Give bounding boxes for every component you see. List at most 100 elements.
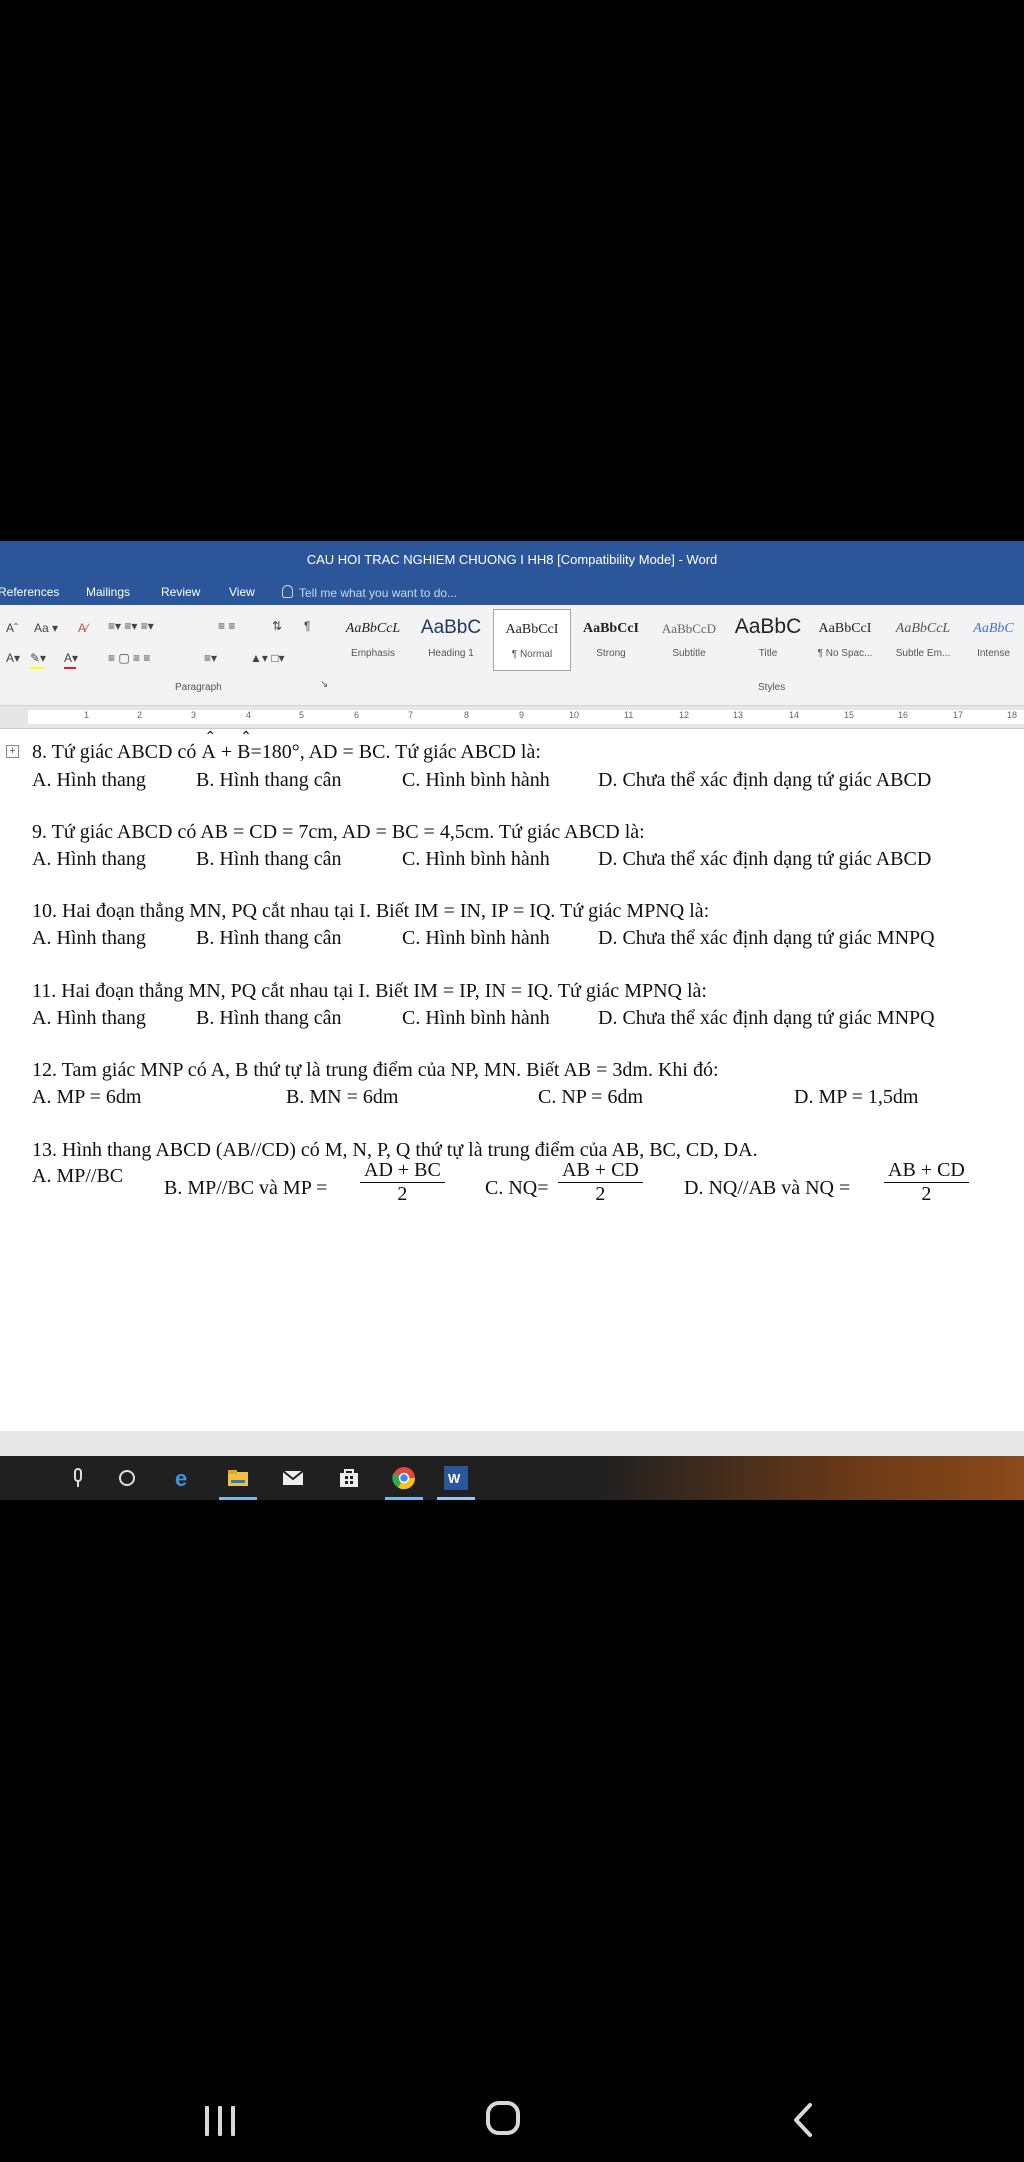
font-color-icon[interactable]: A▾ bbox=[64, 651, 78, 665]
fraction-numerator: AB + CD bbox=[558, 1159, 643, 1183]
style-intense[interactable]: AaBbC Intense bbox=[963, 609, 1024, 669]
style-sample: AaBbCcL bbox=[345, 621, 401, 636]
chrome-icon[interactable] bbox=[392, 1466, 416, 1490]
style-emphasis[interactable]: AaBbCcL Emphasis bbox=[335, 609, 411, 669]
shading-icon[interactable]: ▲▾ □▾ bbox=[250, 651, 285, 665]
word-window: CAU HOI TRAC NGHIEM CHUONG I HH8 [Compat… bbox=[0, 541, 1024, 1456]
style-subtitle[interactable]: AaBbCcD Subtitle bbox=[651, 609, 727, 669]
ruler-number: 11 bbox=[624, 710, 634, 720]
tell-me-box[interactable]: Tell me what you want to do... bbox=[282, 585, 457, 600]
ruler-number: 15 bbox=[844, 710, 855, 720]
pilcrow-icon[interactable]: ¶ bbox=[304, 619, 310, 633]
home-icon[interactable] bbox=[486, 2101, 520, 2135]
line-spacing-icon[interactable]: ≡▾ bbox=[204, 651, 217, 665]
paragraph-tools: Aˆ Aa ▾ A∕ ≡▾ ≡▾ ≡▾ ≡ ≡ ⇅ ¶ A▾ ✎▾ A▾ ≡ ▢… bbox=[0, 615, 330, 671]
svg-text:e: e bbox=[175, 1466, 187, 1490]
style-strong[interactable]: AaBbCcI Strong bbox=[573, 609, 649, 669]
status-area bbox=[0, 1431, 1024, 1456]
sort-icon[interactable]: ⇅ bbox=[272, 619, 282, 633]
highlight-icon[interactable]: ✎▾ bbox=[30, 651, 46, 665]
task-view-icon[interactable] bbox=[115, 1466, 139, 1490]
dialog-launcher-icon[interactable]: ↘ bbox=[320, 679, 328, 690]
word-icon[interactable]: W bbox=[444, 1466, 468, 1490]
bullets-icon[interactable]: ≡▾ ≡▾ ≡▾ bbox=[108, 619, 154, 633]
q9-option-a: A. Hình thang bbox=[32, 848, 146, 870]
tab-view[interactable]: View bbox=[229, 585, 255, 599]
store-icon[interactable] bbox=[337, 1466, 361, 1490]
q12-option-c: C. NP = 6dm bbox=[538, 1086, 643, 1108]
ruler-number: 7 bbox=[408, 710, 414, 720]
q11-option-d: D. Chưa thể xác định dạng tứ giác MNPQ bbox=[598, 1007, 935, 1029]
fraction-numerator: AB + CD bbox=[884, 1159, 969, 1183]
paragraph-group-label: Paragraph bbox=[175, 682, 222, 693]
horizontal-ruler[interactable]: 1 2 3 4 5 6 7 8 9 10 11 12 13 14 15 16 1… bbox=[0, 706, 1024, 729]
angle-a: ⌃ A bbox=[201, 730, 217, 763]
ruler-number: 4 bbox=[246, 710, 252, 720]
q12-option-a: A. MP = 6dm bbox=[32, 1086, 142, 1108]
ruler-number: 16 bbox=[898, 710, 909, 720]
tab-mailings[interactable]: Mailings bbox=[86, 585, 130, 599]
ruler-number: 1 bbox=[84, 710, 90, 720]
tab-review[interactable]: Review bbox=[161, 585, 200, 599]
style-sample: AaBbCcI bbox=[818, 621, 872, 636]
ruler-number: 14 bbox=[789, 710, 800, 720]
q9-option-c: C. Hình bình hành bbox=[402, 848, 550, 870]
ruler-number: 17 bbox=[953, 710, 964, 720]
q8-text-end: =180°, AD = BC. Tứ giác ABCD là: bbox=[250, 741, 541, 763]
q11-option-c: C. Hình bình hành bbox=[402, 1007, 550, 1029]
ruler-number: 10 bbox=[569, 710, 580, 720]
q11-option-b: B. Hình thang cân bbox=[196, 1007, 342, 1029]
clear-format-icon[interactable]: A∕ bbox=[78, 621, 88, 635]
back-icon[interactable] bbox=[786, 2102, 822, 2138]
style-name: Heading 1 bbox=[428, 648, 474, 659]
q13-option-a: A. MP//BC bbox=[32, 1165, 124, 1187]
ruler-number: 9 bbox=[519, 710, 525, 720]
style-name: Subtitle bbox=[672, 648, 706, 659]
q8-option-d: D. Chưa thể xác định dạng tứ giác ABCD bbox=[598, 769, 932, 791]
q13-option-c: C. NQ= bbox=[485, 1177, 549, 1199]
style-sample: AaBbCcL bbox=[895, 621, 951, 636]
align-icons[interactable]: ≡ ▢ ≡ ≡ bbox=[108, 651, 150, 665]
style-no-spacing[interactable]: AaBbCcI ¶ No Spac... bbox=[807, 609, 883, 669]
ruler-area bbox=[28, 710, 1024, 724]
styles-group-label: Styles bbox=[758, 682, 786, 693]
change-case-icon[interactable]: Aa ▾ bbox=[34, 621, 58, 635]
indent-icon[interactable]: ≡ ≡ bbox=[218, 619, 235, 633]
style-name: ¶ No Spac... bbox=[817, 648, 873, 659]
taskbar: e W bbox=[0, 1456, 1024, 1500]
svg-text:W: W bbox=[448, 1471, 461, 1486]
q8-option-a: A. Hình thang bbox=[32, 769, 146, 791]
q12-option-b: B. MN = 6dm bbox=[286, 1086, 399, 1108]
file-explorer-icon[interactable] bbox=[226, 1466, 250, 1490]
question-12: 12. Tam giác MNP có A, B thứ tự là trung… bbox=[32, 1059, 719, 1081]
style-heading-1[interactable]: AaBbC Heading 1 bbox=[413, 609, 489, 669]
ribbon-tabs: References Mailings Review View Tell me … bbox=[0, 579, 1024, 605]
style-title[interactable]: AaBbC Title bbox=[730, 609, 806, 669]
q12-option-d: D. MP = 1,5dm bbox=[794, 1086, 919, 1108]
fraction-denominator: 2 bbox=[595, 1183, 606, 1205]
ruler-number: 13 bbox=[733, 710, 744, 720]
q13-option-d: D. NQ//AB và NQ = bbox=[684, 1177, 851, 1199]
fraction-denominator: 2 bbox=[397, 1183, 408, 1205]
lightbulb-icon bbox=[282, 585, 293, 598]
fraction-denominator: 2 bbox=[921, 1183, 932, 1205]
active-app-indicator bbox=[219, 1497, 257, 1500]
ruler-number: 18 bbox=[1007, 710, 1018, 720]
edge-icon[interactable]: e bbox=[172, 1466, 196, 1490]
style-normal[interactable]: AaBbCcI ¶ Normal bbox=[493, 609, 571, 671]
q13-d-fraction: AB + CD 2 bbox=[884, 1159, 969, 1206]
ruler-number: 6 bbox=[354, 710, 360, 720]
tab-references[interactable]: References bbox=[0, 585, 59, 599]
recent-apps-icon[interactable] bbox=[203, 2102, 239, 2138]
document-page[interactable]: + 8. Tứ giác ABCD có ⌃ A + ⌃ B=180°, AD = … bbox=[0, 730, 1024, 1431]
style-subtle-emphasis[interactable]: AaBbCcL Subtle Em... bbox=[885, 609, 961, 669]
q13-b-fraction: AD + BC 2 bbox=[360, 1159, 445, 1206]
expand-icon[interactable]: + bbox=[6, 745, 19, 758]
grow-font-icon[interactable]: Aˆ bbox=[6, 621, 18, 635]
style-name: Intense bbox=[977, 648, 1010, 659]
q8-option-c: C. Hình bình hành bbox=[402, 769, 550, 791]
style-name: Strong bbox=[596, 648, 626, 659]
microphone-icon[interactable] bbox=[66, 1466, 90, 1490]
mail-icon[interactable] bbox=[281, 1466, 305, 1490]
effects-icon[interactable]: A▾ bbox=[6, 651, 20, 665]
